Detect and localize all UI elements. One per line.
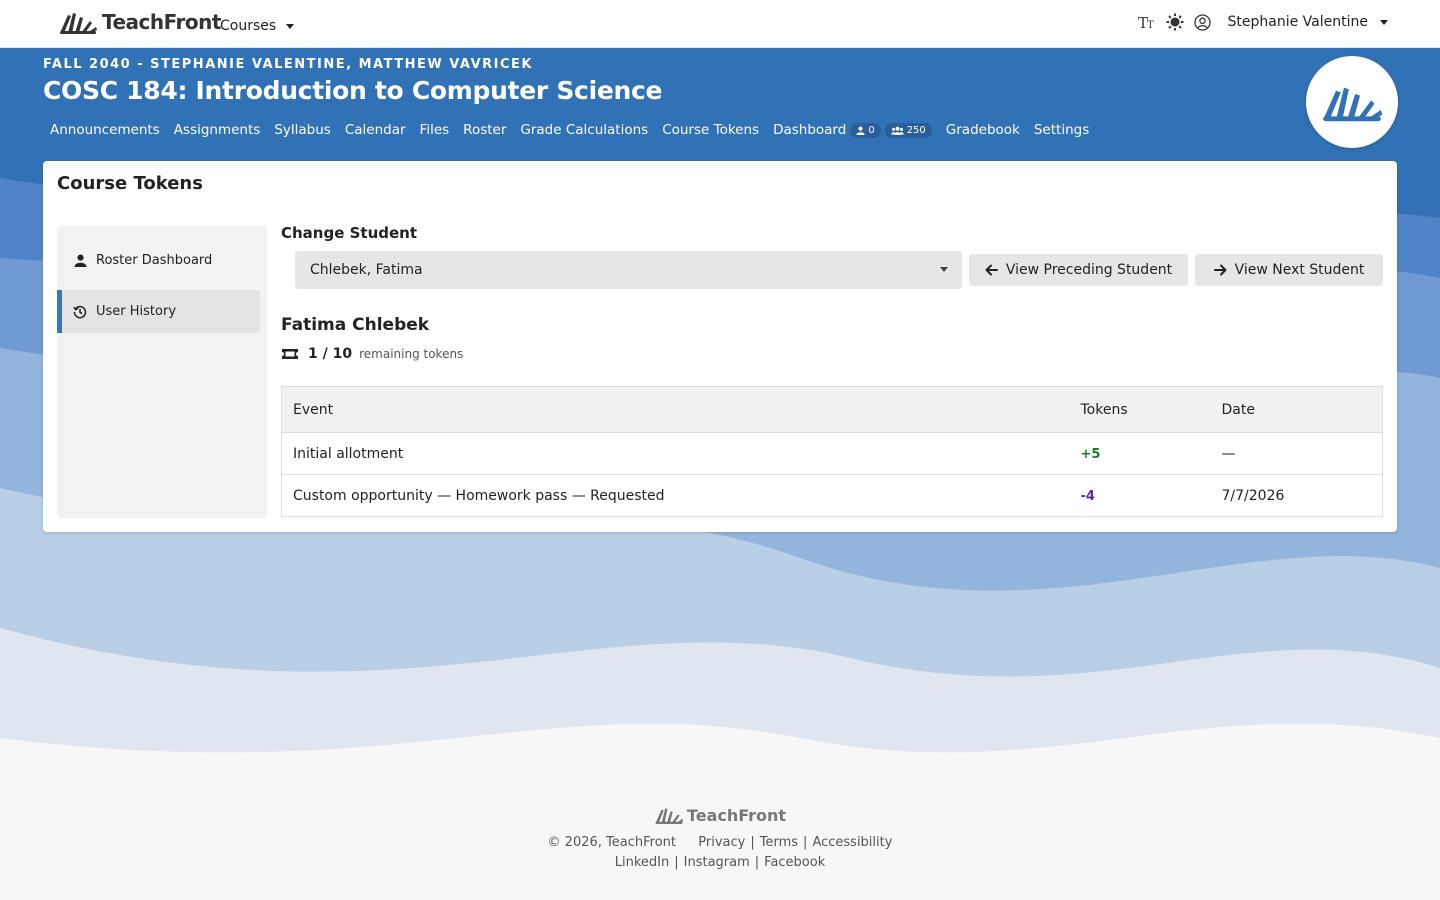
- dashboard-user-badge: 0: [850, 122, 881, 138]
- course-logo: [1306, 56, 1398, 148]
- student-select[interactable]: Chlebek, Fatima: [295, 251, 962, 289]
- button-label: View Preceding Student: [1005, 262, 1173, 278]
- teachfront-logo-icon: [60, 13, 97, 34]
- student-select-value: Chlebek, Fatima: [310, 262, 423, 278]
- svg-text:T: T: [1147, 20, 1154, 30]
- user-icon: [856, 126, 865, 135]
- arrow-right-icon: [1213, 264, 1227, 276]
- student-name: Fatima Chlebek: [281, 315, 430, 335]
- footer-link-linkedin[interactable]: LinkedIn: [615, 855, 669, 870]
- nav-calendar[interactable]: Calendar: [345, 122, 406, 138]
- nav-announcements[interactable]: Announcements: [50, 122, 160, 138]
- theme-toggle-icon[interactable]: [1166, 13, 1184, 31]
- remaining-tokens: 1 / 10 remaining tokens: [281, 346, 463, 362]
- chevron-down-icon: [940, 267, 948, 272]
- table-header-row: Event Tokens Date: [281, 386, 1383, 433]
- column-header-date[interactable]: Date: [1210, 386, 1383, 433]
- dashboard-group-count: 250: [906, 124, 926, 136]
- footer-link-accessibility[interactable]: Accessibility: [812, 835, 892, 850]
- course-nav: Announcements Assignments Syllabus Calen…: [50, 122, 1103, 138]
- footer-row-social: LinkedIn | Instagram | Facebook: [614, 855, 826, 870]
- user-controls: TT Stephanie Valentine: [1138, 13, 1388, 31]
- course-tokens-card: Course Tokens Roster Dashboard User Hist…: [43, 161, 1397, 532]
- footer-brand: TeachFront: [0, 805, 1440, 825]
- cell-event: Initial allotment: [281, 432, 1070, 475]
- button-label: View Next Student: [1234, 262, 1365, 278]
- footer-brand-name: TeachFront: [686, 805, 787, 825]
- sidenav-item-roster-dashboard[interactable]: Roster Dashboard: [57, 239, 260, 282]
- sidenav-label: User History: [96, 304, 177, 319]
- courses-label: Courses: [220, 18, 277, 34]
- footer-link-facebook[interactable]: Facebook: [764, 855, 825, 870]
- footer-copyright: © 2026, TeachFront: [547, 835, 676, 850]
- tokens-sidenav: Roster Dashboard User History: [57, 225, 267, 518]
- user-name: Stephanie Valentine: [1227, 14, 1368, 30]
- user-avatar-icon[interactable]: [1194, 13, 1212, 31]
- cell-date: —: [1210, 432, 1383, 475]
- history-icon: [73, 305, 87, 319]
- nav-files[interactable]: Files: [420, 122, 450, 138]
- dashboard-group-badge: 250: [884, 122, 932, 138]
- courses-dropdown[interactable]: Courses: [220, 18, 295, 34]
- change-student-label: Change Student: [281, 224, 418, 242]
- teachfront-logo-icon: [655, 808, 684, 824]
- top-navbar: TeachFront Courses TT Stephanie Valentin…: [0, 0, 1440, 48]
- footer-link-privacy[interactable]: Privacy: [698, 835, 745, 850]
- cell-tokens: -4: [1069, 474, 1211, 517]
- column-header-event[interactable]: Event: [281, 386, 1070, 433]
- token-change-negative: -4: [1080, 488, 1095, 504]
- text-size-icon[interactable]: TT: [1138, 13, 1156, 31]
- nav-settings[interactable]: Settings: [1034, 122, 1089, 138]
- token-history-table: Event Tokens Date Initial allotment +5 —…: [281, 386, 1383, 517]
- footer-link-instagram[interactable]: Instagram: [684, 855, 750, 870]
- course-title: COSC 184: Introduction to Computer Scien…: [43, 76, 663, 105]
- view-preceding-student-button[interactable]: View Preceding Student: [969, 254, 1188, 286]
- page-title: Course Tokens: [57, 173, 203, 194]
- dashboard-user-count: 0: [868, 124, 875, 136]
- column-header-tokens[interactable]: Tokens: [1069, 386, 1211, 433]
- tokens-label: remaining tokens: [359, 347, 464, 361]
- footer-link-terms[interactable]: Terms: [760, 835, 798, 850]
- view-next-student-button[interactable]: View Next Student: [1195, 254, 1383, 286]
- nav-course-tokens[interactable]: Course Tokens: [662, 122, 759, 138]
- sidenav-label: Roster Dashboard: [96, 253, 213, 268]
- nav-dashboard[interactable]: Dashboard 0 250: [773, 122, 932, 138]
- user-icon: [73, 254, 87, 268]
- course-term: FALL 2040 - STEPHANIE VALENTINE, MATTHEW…: [43, 57, 533, 72]
- users-icon: [890, 126, 904, 135]
- teachfront-logo-icon: [1323, 87, 1383, 122]
- ticket-icon: [282, 349, 298, 359]
- table-row: Initial allotment +5 —: [281, 432, 1383, 475]
- sidenav-item-user-history[interactable]: User History: [57, 290, 260, 333]
- cell-tokens: +5: [1069, 432, 1211, 475]
- user-menu[interactable]: Stephanie Valentine: [1228, 14, 1388, 30]
- arrow-left-icon: [985, 264, 998, 276]
- tokens-count: 1 / 10: [308, 346, 353, 362]
- brand-name: TeachFront: [102, 10, 221, 34]
- footer-row-legal: © 2026, TeachFront Privacy | Terms | Accessi…: [547, 835, 893, 850]
- nav-dashboard-label: Dashboard: [773, 122, 847, 138]
- chevron-down-icon: [286, 23, 295, 29]
- nav-grade-calculations[interactable]: Grade Calculations: [520, 122, 648, 138]
- footer: TeachFront © 2026, TeachFront Privacy | Te…: [0, 805, 1440, 873]
- nav-syllabus[interactable]: Syllabus: [274, 122, 331, 138]
- token-change-positive: +5: [1080, 446, 1101, 462]
- brand-link[interactable]: TeachFront: [58, 9, 221, 35]
- cell-event: Custom opportunity — Homework pass — Req…: [281, 474, 1070, 517]
- cell-date: 7/7/2026: [1210, 474, 1383, 517]
- nav-roster[interactable]: Roster: [463, 122, 506, 138]
- chevron-down-icon: [1380, 19, 1388, 25]
- nav-assignments[interactable]: Assignments: [174, 122, 261, 138]
- nav-gradebook[interactable]: Gradebook: [946, 122, 1020, 138]
- table-row: Custom opportunity — Homework pass — Req…: [281, 474, 1383, 517]
